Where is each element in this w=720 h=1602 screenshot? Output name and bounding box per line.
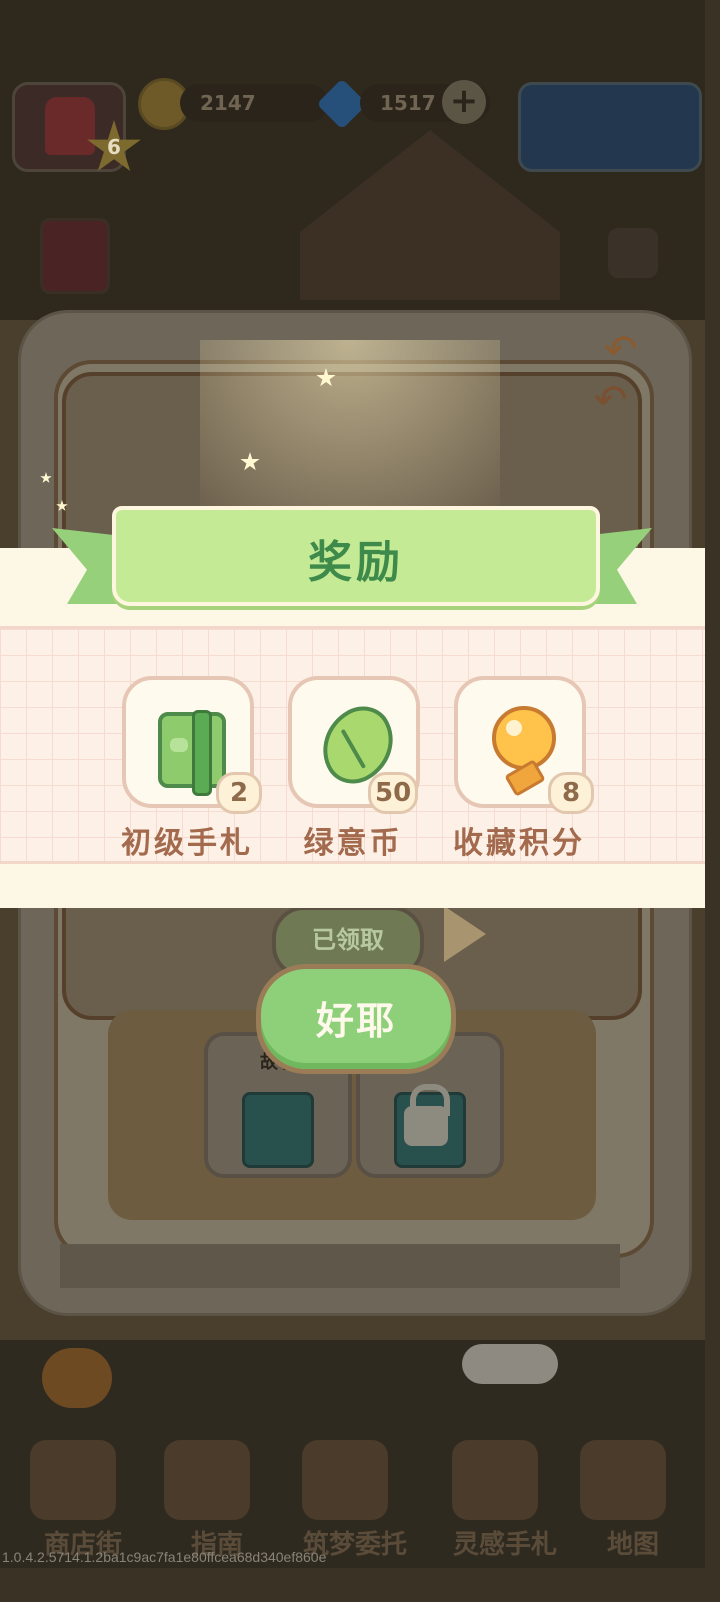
reward-item: 50 [288,676,420,814]
nav-guide[interactable]: 指南 [152,1440,262,1560]
reward-count: 8 [548,772,594,814]
nav-commission[interactable]: 筑梦委托 [290,1440,407,1560]
reward-count: 50 [368,772,419,814]
reward-name: 绿意币 [303,826,403,861]
nav-inspiration-notebook[interactable]: 灵感手札 [440,1440,557,1560]
next-arrow-icon[interactable] [444,906,486,962]
coin-counter: 2147 [180,84,328,122]
lightbulb-icon [492,706,556,770]
weather-panel[interactable] [518,82,702,172]
reward-name: 收藏积分 [453,826,585,861]
reward-name: 初级手札 [121,826,253,861]
nav-label: 灵感手札 [452,1530,557,1560]
lock-body [404,1106,448,1146]
reward-item: 2 [122,676,262,814]
bone-icon[interactable] [462,1344,558,1384]
storage-box-icon[interactable] [608,228,658,278]
nav-map[interactable]: 地图 [568,1440,678,1560]
shop-icon [30,1440,116,1520]
reward-count: 2 [216,772,262,814]
nav-shop-street[interactable]: 商店街 [18,1440,128,1560]
inspiration-notebook-icon [452,1440,538,1520]
guide-icon [164,1440,250,1520]
commission-icon [302,1440,388,1520]
player-level: 6 [107,135,121,159]
reward-title: 奖励 [308,537,404,588]
green-notebook-icon [158,710,226,796]
leaf-vein [340,728,367,769]
story-list-row [60,1244,620,1288]
back-arrow-icon[interactable]: ↶ [604,330,644,370]
pet-dog-icon[interactable] [42,1348,112,1408]
notebook-band [192,710,212,796]
reward-item: 8 [454,676,594,814]
version-string: 1.0.4.2.5714.1.2ba1c9ac7fa1e80ffcea68d34… [2,1549,327,1565]
coin-amount: 2147 [200,91,256,115]
map-icon [580,1440,666,1520]
album-icon[interactable] [40,218,110,294]
notebook-cat-emblem [170,738,188,752]
back-arrow-icon: ↶ [594,377,628,423]
nav-label: 地图 [606,1530,659,1560]
gem-amount: 1517 [380,91,436,115]
confirm-button-label: 好耶 [315,999,396,1043]
add-gems-button[interactable]: + [442,80,486,124]
bulb-shine [506,720,522,736]
chapter-book-icon [242,1092,314,1168]
